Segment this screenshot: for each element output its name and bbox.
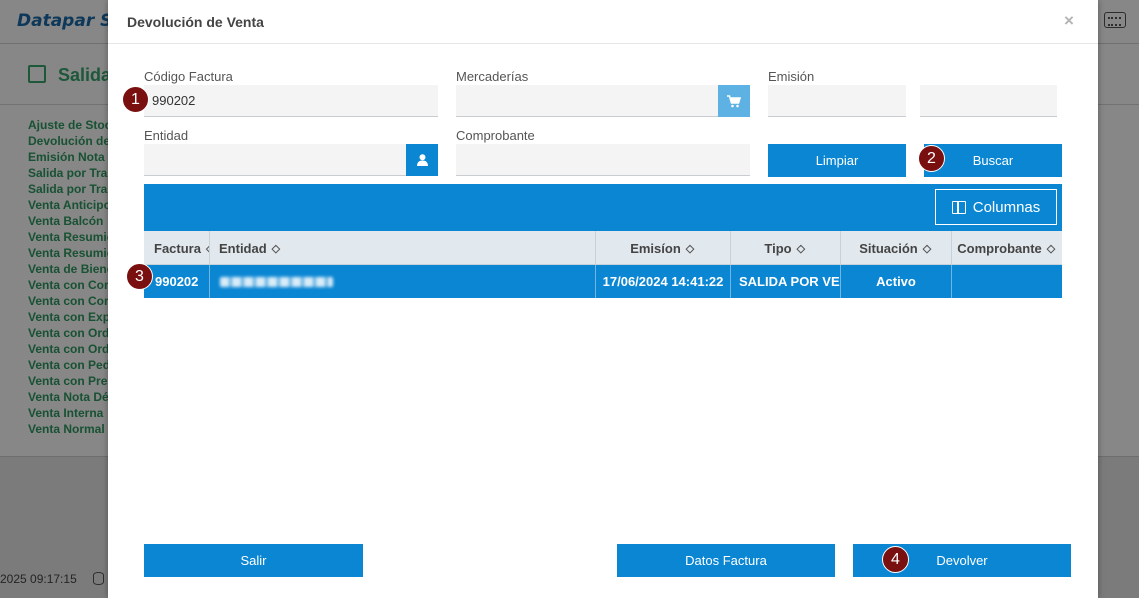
mercaderias-label: Mercaderías	[456, 69, 529, 84]
mercaderias-input[interactable]	[456, 85, 718, 117]
step-badge-3: 3	[126, 263, 153, 290]
cell-situacion: Activo	[841, 265, 952, 298]
column-header-tipo[interactable]: Tipo ◇	[731, 231, 841, 265]
sort-icon: ◇	[796, 242, 806, 255]
emision-desde-input[interactable]	[768, 85, 906, 117]
emision-hasta-input[interactable]	[920, 85, 1057, 117]
sort-icon: ◇	[271, 242, 281, 255]
close-icon[interactable]: ×	[1064, 11, 1074, 31]
codigo-factura-label: Código Factura	[144, 69, 233, 84]
cell-factura: 990202	[144, 265, 210, 298]
sort-icon: ◇	[922, 242, 932, 255]
step-badge-4: 4	[882, 546, 909, 573]
cell-emision: 17/06/2024 14:41:22	[596, 265, 731, 298]
cell-comprobante	[952, 265, 1062, 298]
column-header-comprobante[interactable]: Comprobante ◇	[952, 231, 1062, 265]
codigo-factura-input[interactable]	[144, 85, 438, 117]
table-row[interactable]: 990202 17/06/2024 14:41:22 SALIDA POR VE…	[144, 265, 1062, 298]
column-header-label: Emisíon	[630, 240, 681, 256]
column-header-emision[interactable]: Emisíon ◇	[596, 231, 731, 265]
modal-header: Devolución de Venta ×	[108, 0, 1098, 44]
cell-entidad	[210, 265, 596, 298]
user-icon	[416, 154, 428, 166]
column-header-label: Comprobante	[957, 240, 1042, 256]
limpiar-button[interactable]: Limpiar	[768, 144, 906, 177]
table-header: Factura◇ Entidad◇ Emisíon◇ Tipo◇ Situaci…	[144, 231, 1062, 265]
datos-factura-button[interactable]: Datos Factura	[617, 544, 835, 577]
column-header-label: Tipo	[764, 240, 792, 256]
entidad-search-button[interactable]	[406, 144, 438, 176]
emision-label: Emisión	[768, 69, 815, 84]
entidad-input[interactable]	[144, 144, 406, 176]
column-header-entidad[interactable]: Entidad ◇	[210, 231, 596, 265]
table-toolbar: Columnas	[144, 184, 1062, 231]
columns-icon	[951, 200, 966, 214]
devolucion-venta-modal: Devolución de Venta × Código Factura Mer…	[108, 0, 1098, 598]
comprobante-input[interactable]	[456, 144, 750, 176]
cart-button[interactable]	[718, 85, 750, 117]
sort-icon: ◇	[1046, 242, 1056, 255]
step-badge-1: 1	[122, 86, 149, 113]
column-header-label: Factura	[154, 240, 201, 256]
columnas-label: Columnas	[972, 198, 1041, 216]
cart-icon	[727, 94, 741, 107]
comprobante-label: Comprobante	[456, 128, 535, 143]
modal-title: Devolución de Venta	[127, 14, 264, 30]
entidad-label: Entidad	[144, 128, 189, 143]
column-header-situacion[interactable]: Situación ◇	[841, 231, 952, 265]
column-header-label: Entidad	[219, 240, 267, 256]
redacted-entidad	[220, 276, 333, 287]
column-header-factura[interactable]: Factura◇	[144, 231, 210, 265]
salir-button[interactable]: Salir	[144, 544, 363, 577]
sort-icon: ◇	[685, 242, 695, 255]
cell-tipo: SALIDA POR VEN	[731, 265, 841, 298]
columnas-button[interactable]: Columnas	[935, 189, 1057, 225]
column-header-label: Situación	[859, 240, 918, 256]
step-badge-2: 2	[918, 145, 945, 172]
